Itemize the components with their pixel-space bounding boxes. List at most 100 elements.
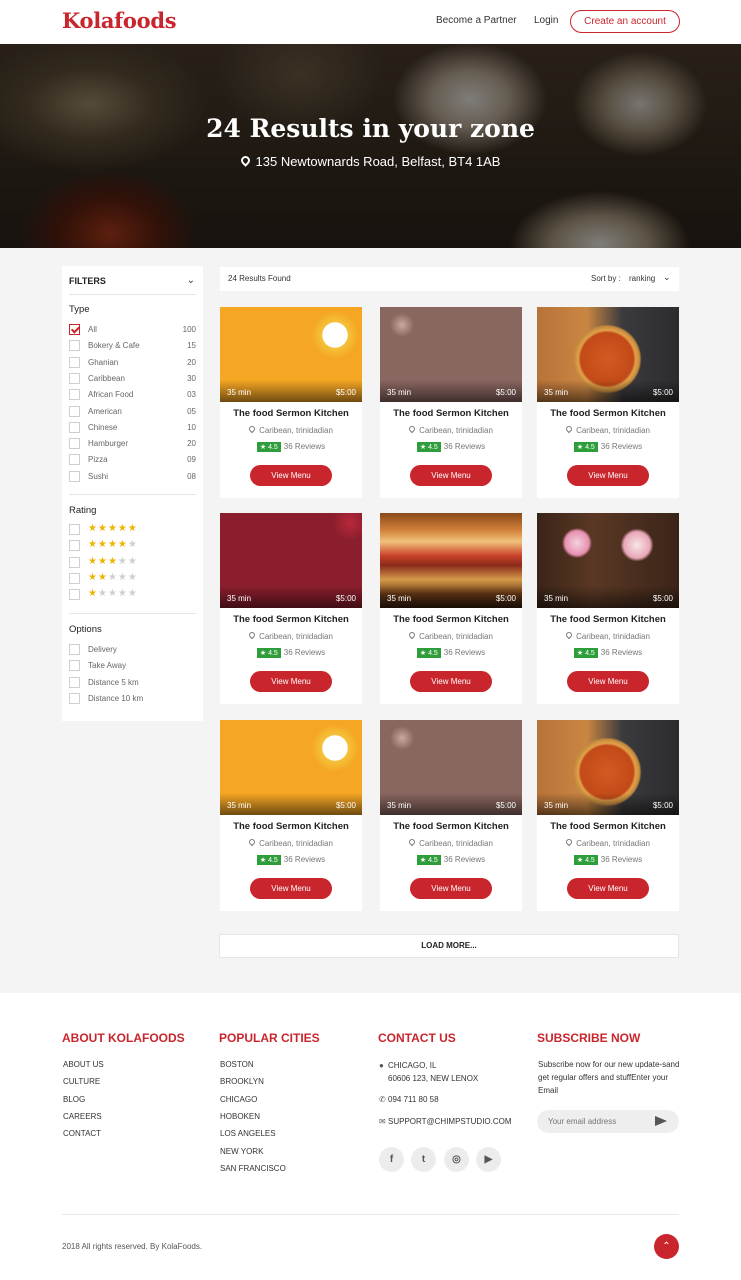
filter-type-item[interactable]: Pizza 09 — [69, 454, 196, 466]
footer-about-link[interactable]: CONTACT — [63, 1129, 101, 1138]
filter-type-item[interactable]: Ghanian 20 — [69, 356, 196, 369]
footer-about-link[interactable]: BLOG — [63, 1095, 85, 1104]
filter-option-item[interactable]: Distance 10 km — [69, 692, 196, 705]
view-menu-button[interactable]: View Menu — [410, 465, 492, 486]
food-image[interactable]: 35 min $5:00 — [537, 720, 679, 815]
restaurant-card[interactable]: 35 min $5:00 The food Sermon Kitchen Caribe… — [220, 513, 362, 704]
food-image[interactable]: 35 min $5:00 — [220, 307, 362, 402]
restaurant-card[interactable]: 35 min $5:00 The food Sermon Kitchen Caribe… — [537, 513, 679, 704]
footer-city-link[interactable]: LOS ANGELES — [220, 1129, 276, 1138]
checkbox[interactable] — [69, 660, 80, 672]
filter-type-item[interactable]: African Food 03 — [69, 389, 196, 401]
filter-type-item[interactable]: All 100 — [69, 324, 196, 336]
checkbox[interactable] — [69, 540, 80, 552]
chevron-down-icon[interactable]: ⌄ — [663, 272, 671, 283]
view-menu-button[interactable]: View Menu — [567, 878, 649, 899]
restaurant-card[interactable]: 35 min $5:00 The food Sermon Kitchen Caribe… — [537, 720, 679, 911]
become-partner-link[interactable]: Become a Partner — [436, 15, 517, 26]
sort-select[interactable]: ranking — [629, 274, 655, 283]
footer-city-link[interactable]: HOBOKEN — [220, 1112, 260, 1121]
food-image[interactable]: 35 min $5:00 — [380, 307, 522, 402]
food-image[interactable]: 35 min $5:00 — [537, 513, 679, 608]
chevron-down-icon[interactable]: ⌄ — [187, 275, 195, 286]
contact-phone[interactable]: ✆ 094 711 80 58 — [379, 1093, 439, 1106]
restaurant-card[interactable]: 35 min $5:00 The food Sermon Kitchen Caribe… — [537, 307, 679, 498]
filter-type-item[interactable]: Hamburger 20 — [69, 438, 196, 450]
login-link[interactable]: Login — [534, 15, 558, 26]
footer-about-link[interactable]: CULTURE — [63, 1077, 100, 1086]
restaurant-name[interactable]: The food Sermon Kitchen — [220, 614, 362, 625]
restaurant-name[interactable]: The food Sermon Kitchen — [380, 821, 522, 832]
checkbox[interactable] — [69, 405, 80, 417]
footer-city-link[interactable]: SAN FRANCISCO — [220, 1164, 286, 1173]
filter-rating-item[interactable]: ★★★★★ — [69, 588, 196, 601]
view-menu-button[interactable]: View Menu — [567, 671, 649, 692]
filter-type-item[interactable]: Chinese 10 — [69, 421, 196, 434]
restaurant-card[interactable]: 35 min $5:00 The food Sermon Kitchen Caribe… — [220, 720, 362, 911]
view-menu-button[interactable]: View Menu — [410, 671, 492, 692]
food-image[interactable]: 35 min $5:00 — [220, 720, 362, 815]
checkbox[interactable] — [69, 438, 80, 450]
instagram-icon[interactable]: ◎ — [444, 1147, 469, 1172]
food-image[interactable]: 35 min $5:00 — [380, 513, 522, 608]
checkbox[interactable] — [69, 470, 80, 482]
checkbox[interactable] — [69, 340, 80, 352]
filter-rating-item[interactable]: ★★★★★ — [69, 556, 196, 569]
facebook-icon[interactable]: f — [379, 1147, 404, 1172]
checkbox[interactable] — [69, 421, 80, 433]
restaurant-card[interactable]: 35 min $5:00 The food Sermon Kitchen Caribe… — [380, 720, 522, 911]
food-image[interactable]: 35 min $5:00 — [537, 307, 679, 402]
view-menu-button[interactable]: View Menu — [250, 465, 332, 486]
filter-option-item[interactable]: Delivery — [69, 644, 196, 656]
checkbox[interactable] — [69, 454, 80, 466]
restaurant-card[interactable]: 35 min $5:00 The food Sermon Kitchen Caribe… — [380, 513, 522, 704]
filter-rating-item[interactable]: ★★★★★ — [69, 523, 196, 536]
youtube-icon[interactable]: ▶ — [476, 1147, 501, 1172]
checkbox[interactable] — [69, 389, 80, 401]
restaurant-name[interactable]: The food Sermon Kitchen — [537, 821, 679, 832]
checkbox[interactable] — [69, 556, 80, 568]
view-menu-button[interactable]: View Menu — [567, 465, 649, 486]
footer-about-link[interactable]: ABOUT US — [63, 1060, 104, 1069]
footer-city-link[interactable]: BROOKLYN — [220, 1077, 264, 1086]
restaurant-name[interactable]: The food Sermon Kitchen — [537, 614, 679, 625]
restaurant-name[interactable]: The food Sermon Kitchen — [220, 821, 362, 832]
food-image[interactable]: 35 min $5:00 — [220, 513, 362, 608]
restaurant-name[interactable]: The food Sermon Kitchen — [380, 614, 522, 625]
footer-city-link[interactable]: NEW YORK — [220, 1147, 263, 1156]
twitter-icon[interactable]: t — [411, 1147, 436, 1172]
contact-email[interactable]: ✉ SUPPORT@CHIMPSTUDIO.COM — [379, 1115, 512, 1128]
footer-city-link[interactable]: BOSTON — [220, 1060, 254, 1069]
checkbox[interactable] — [69, 692, 80, 704]
filter-type-item[interactable]: American 05 — [69, 405, 196, 418]
footer-city-link[interactable]: CHICAGO — [220, 1095, 257, 1104]
checkbox[interactable] — [69, 356, 80, 368]
send-icon[interactable] — [655, 1116, 667, 1126]
create-account-button[interactable]: Create an account — [570, 10, 680, 33]
view-menu-button[interactable]: View Menu — [250, 878, 332, 899]
view-menu-button[interactable]: View Menu — [250, 671, 332, 692]
filter-type-item[interactable]: Bokery & Cafe 15 — [69, 340, 196, 352]
restaurant-name[interactable]: The food Sermon Kitchen — [380, 408, 522, 419]
filter-type-item[interactable]: Sushi 08 — [69, 470, 196, 483]
load-more-button[interactable]: LOAD MORE... — [219, 934, 679, 958]
restaurant-name[interactable]: The food Sermon Kitchen — [220, 408, 362, 419]
checkbox[interactable] — [69, 676, 80, 688]
filter-rating-item[interactable]: ★★★★★ — [69, 539, 196, 552]
restaurant-name[interactable]: The food Sermon Kitchen — [537, 408, 679, 419]
checkbox[interactable] — [69, 372, 80, 384]
filter-option-item[interactable]: Take Away — [69, 660, 196, 672]
checkbox[interactable] — [69, 644, 80, 655]
view-menu-button[interactable]: View Menu — [410, 878, 492, 899]
checkbox[interactable] — [69, 324, 80, 335]
checkbox[interactable] — [69, 572, 80, 584]
restaurant-card[interactable]: 35 min $5:00 The food Sermon Kitchen Caribe… — [380, 307, 522, 498]
scroll-to-top-button[interactable]: ⌃ — [654, 1234, 679, 1259]
brand-logo[interactable]: Kolafoods — [62, 8, 177, 33]
food-image[interactable]: 35 min $5:00 — [380, 720, 522, 815]
email-input[interactable] — [537, 1110, 657, 1133]
filter-type-item[interactable]: Caribbean 30 — [69, 372, 196, 385]
restaurant-card[interactable]: 35 min $5:00 The food Sermon Kitchen Caribe… — [220, 307, 362, 498]
filter-rating-item[interactable]: ★★★★★ — [69, 572, 196, 585]
checkbox[interactable] — [69, 589, 80, 601]
